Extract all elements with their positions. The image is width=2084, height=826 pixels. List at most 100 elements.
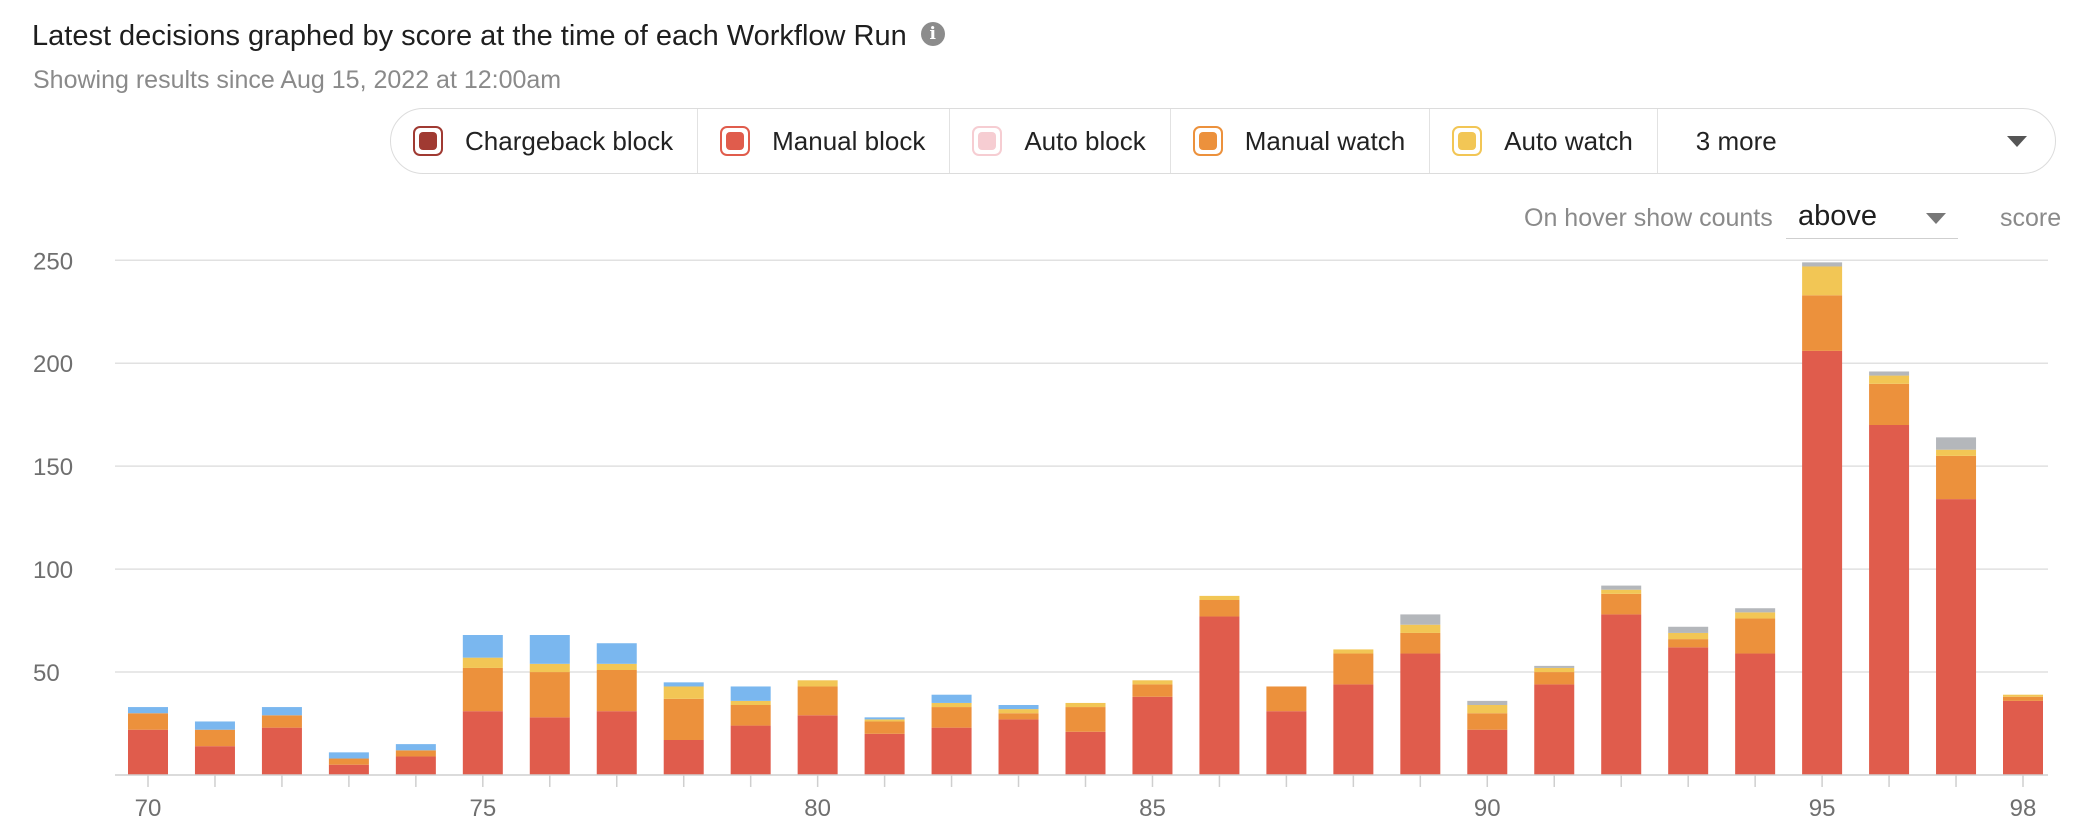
bar-segment: [1199, 595, 1240, 600]
bar-segment: [1199, 600, 1240, 617]
bar-segment: [1936, 499, 1977, 775]
bar-segment: [1601, 589, 1642, 594]
bar-segment: [730, 686, 771, 701]
legend-item-auto-watch[interactable]: Auto watch: [1430, 109, 1658, 173]
bar-segment: [1668, 647, 1709, 775]
swatch-fill: [419, 132, 437, 150]
bar-segment: [1534, 667, 1575, 673]
bar-segment: [462, 667, 503, 712]
bar-segment: [529, 663, 570, 673]
bar-segment: [395, 744, 436, 751]
bar-segment: [1400, 653, 1441, 775]
bar-segment: [328, 758, 369, 765]
legend-item-auto-block[interactable]: Auto block: [950, 109, 1171, 173]
bar-segment: [663, 698, 704, 740]
bar-segment: [1333, 653, 1374, 685]
bar-segment: [730, 725, 771, 775]
bar-segment: [1802, 350, 1843, 775]
legend-label: Auto block: [1024, 125, 1146, 156]
bar-segment: [1735, 608, 1776, 613]
x-tick-label: 90: [1474, 795, 1501, 822]
bar-segment: [1333, 649, 1374, 654]
chart-title: Latest decisions graphed by score at the…: [32, 20, 945, 53]
bar-segment: [328, 752, 369, 759]
bar-segment: [1936, 455, 1977, 500]
bar-segment: [2003, 694, 2043, 697]
bar-segment: [2003, 700, 2043, 775]
bar-segment: [1467, 713, 1508, 730]
bar-segment: [462, 635, 503, 658]
manual-watch-swatch-icon: [1192, 126, 1223, 156]
bar-segment: [128, 729, 168, 775]
bar-segment: [864, 721, 905, 734]
bar-segment: [1869, 375, 1910, 384]
bar-segment: [194, 721, 235, 730]
bar-segment: [596, 643, 637, 664]
legend-item-chargeback-block[interactable]: Chargeback block: [391, 109, 699, 173]
bar-segment: [1735, 653, 1776, 775]
bar-segment: [1065, 731, 1106, 775]
bar-segment: [1668, 632, 1709, 640]
bar-segment: [797, 680, 838, 687]
chargeback-block-swatch-icon: [413, 126, 443, 156]
bar-segment: [261, 727, 302, 775]
bar-segment: [194, 729, 235, 747]
bar-segment: [1400, 624, 1441, 633]
stacked-bar-chart: 50 100 150 200 250 70 75 80 85 90 95 98: [33, 248, 2048, 822]
y-tick-label: 100: [33, 557, 73, 584]
bar-segment: [529, 717, 570, 775]
bar-segment: [1668, 639, 1709, 648]
bar-segment: [663, 740, 704, 775]
bar-segment: [663, 682, 704, 687]
legend-item-manual-block[interactable]: Manual block: [698, 109, 951, 173]
bar-segment: [931, 702, 972, 708]
bar-segment: [998, 719, 1039, 775]
x-tick-label: 95: [1809, 795, 1836, 822]
bar-segment: [529, 635, 570, 664]
bar-segment: [864, 733, 905, 775]
legend-bar: Chargeback block Manual block Auto block…: [390, 108, 2056, 174]
bar-segment: [797, 686, 838, 716]
bar-segment: [931, 694, 972, 703]
chevron-down-icon: [2007, 135, 2027, 147]
x-tick-label: 85: [1139, 795, 1166, 822]
bar-segment: [1467, 705, 1508, 714]
bar-segment: [1802, 266, 1843, 296]
bar-segment: [1869, 425, 1910, 775]
bar-segment: [1869, 371, 1910, 376]
bar-segment: [663, 686, 704, 699]
bar-segment: [931, 707, 972, 728]
bar-segment: [1132, 684, 1173, 697]
info-icon[interactable]: i: [920, 22, 945, 47]
bar-segment: [1601, 614, 1642, 775]
bar-segment: [395, 756, 436, 775]
legend-label: Auto watch: [1504, 125, 1633, 156]
bar-segment: [395, 750, 436, 757]
legend-more-dropdown[interactable]: 3 more: [1658, 109, 2055, 173]
bar-segment: [797, 715, 838, 775]
legend-item-manual-watch[interactable]: Manual watch: [1171, 109, 1431, 173]
bar-segment: [1065, 707, 1106, 732]
bar-segment: [1467, 729, 1508, 775]
bar-segment: [1132, 680, 1173, 685]
bar-segment: [1735, 612, 1776, 619]
hover-score-unit: score: [2000, 204, 2062, 232]
legend-label: Chargeback block: [465, 125, 674, 156]
bar-segment: [1802, 262, 1843, 267]
bar-segment: [261, 707, 302, 716]
bar-segment: [1199, 616, 1240, 775]
chevron-down-icon: [1926, 213, 1946, 224]
bar-segment: [596, 670, 637, 712]
y-tick-label: 250: [33, 248, 73, 275]
bar-segment: [730, 700, 771, 705]
chart-title-text: Latest decisions graphed by score at the…: [32, 20, 907, 52]
bar-segment: [1534, 684, 1575, 775]
bar-segment: [1936, 449, 1977, 456]
bar-segment: [730, 705, 771, 726]
hover-score-value: above: [1798, 200, 1878, 232]
swatch-fill: [726, 132, 745, 150]
manual-block-swatch-icon: [720, 126, 751, 156]
bar-segment: [864, 719, 905, 722]
bar-segment: [931, 727, 972, 775]
x-tick-label: 75: [469, 795, 496, 822]
